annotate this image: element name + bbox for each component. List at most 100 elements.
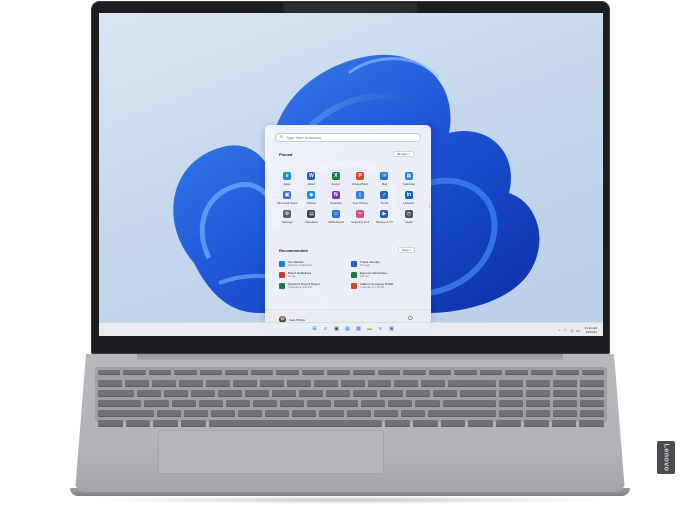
keyboard-row	[98, 380, 605, 387]
recommended-title: Recommended	[279, 248, 308, 253]
more-button[interactable]: More >	[398, 247, 416, 253]
pinned-app-label: Whiteboard	[328, 220, 344, 224]
pinned-app[interactable]: e Edge	[275, 172, 299, 186]
pinned-app[interactable]: ▯ Your Phone	[348, 191, 372, 205]
recommended-subtitle: Welcome to Windows	[288, 264, 312, 267]
pinned-app[interactable]: ✉ Mail	[372, 172, 396, 186]
recommended-subtitle: Yesterday at 4:24 PM	[288, 286, 312, 289]
taskbar-icons: ⊞ ⌕ ▣ ▦ ▩ ▬ e ▣	[311, 326, 395, 333]
clock-icon: ◷	[404, 210, 413, 218]
clock-date: 10/20/21	[585, 330, 597, 334]
search-icon: ⌕	[280, 134, 283, 140]
recommended-subtitle: 12h ago	[360, 275, 370, 278]
recommended-item[interactable]: Brand Guidelines 2h ago	[279, 271, 345, 278]
search-icon[interactable]: ⌕	[322, 326, 329, 333]
pinned-app[interactable]: ◷ Clock	[397, 210, 421, 224]
pinned-app[interactable]: in LinkedIn	[397, 191, 421, 205]
recommended-list: Get Started Welcome to Windows Travel Itin…	[279, 260, 417, 289]
screen: ⌕ Pinned All apps > e Edge W Word X Excel P Pow…	[99, 13, 603, 336]
pinned-app-label: OneNote	[329, 201, 342, 205]
pinned-apps-grid: e Edge W Word X Excel P PowerPoint ✉ Mail ▦ Calenda…	[275, 172, 421, 224]
recommended-item[interactable]: Expense Worksheet 12h ago	[351, 271, 417, 278]
pinned-app-label: Clock	[405, 220, 413, 224]
keyboard-row	[98, 400, 605, 407]
pinned-app[interactable]: ▶ Movies & TV	[372, 210, 396, 224]
pinned-app-label: Settings	[281, 220, 293, 224]
excel-doc-icon	[279, 283, 285, 289]
recommended-item[interactable]: Travel Itinerary 17m ago	[351, 260, 417, 267]
pinned-app-label: Mail	[381, 182, 388, 186]
page-dots-icon[interactable]: ⋮	[427, 203, 432, 209]
pinned-app[interactable]: ✓ To Do	[372, 191, 396, 205]
recommended-item[interactable]: Get Started Welcome to Windows	[279, 260, 345, 267]
brand-logo: Lenovo	[662, 443, 670, 472]
powerpoint-icon: P	[356, 172, 365, 180]
recommended-item[interactable]: Quarterly Payroll Report Yesterday at 4:2…	[279, 282, 345, 289]
onenote-icon: N	[331, 191, 340, 199]
shadow	[90, 496, 610, 504]
keyboard-row	[98, 370, 605, 377]
pinned-app[interactable]: W Word	[299, 172, 323, 186]
pinned-app-label: To Do	[380, 201, 389, 205]
webcam-bar	[283, 3, 417, 13]
linkedin-icon: in	[404, 191, 413, 199]
store-icon[interactable]: ▣	[388, 326, 395, 333]
widgets-icon[interactable]: ▦	[344, 326, 351, 333]
volume-icon[interactable]: ◁	[570, 328, 573, 333]
pinned-app-label: Photos	[306, 201, 317, 205]
pinned-app-label: Your Phone	[352, 201, 368, 205]
task-view-icon[interactable]: ▣	[333, 326, 340, 333]
battery-icon[interactable]: ▭	[576, 328, 580, 333]
pinned-app-label: Word	[307, 182, 316, 186]
brand-badge: Lenovo	[657, 441, 675, 474]
pinned-app[interactable]: ▤ Calculator	[299, 210, 323, 224]
keyboard-row	[98, 410, 605, 417]
pinned-app-label: Microsoft Store	[277, 201, 298, 205]
taskbar: ⊞ ⌕ ▣ ▦ ▩ ▬ e ▣ ^ ◠ ◁ ▭ 11:11 AM 10/20/21	[99, 322, 603, 336]
pdf-icon	[279, 272, 285, 278]
get-started-icon	[279, 261, 285, 267]
pinned-app[interactable]: ◆ Photos	[299, 191, 323, 205]
start-icon[interactable]: ⊞	[311, 326, 318, 333]
laptop-product-image: Lenovo ⌕ Type here to search Pinned All …	[0, 0, 700, 509]
pinned-app[interactable]: ▭ Whiteboard	[324, 210, 348, 224]
powerpoint-doc-icon	[351, 283, 357, 289]
start-search-box[interactable]: ⌕	[275, 133, 421, 142]
chevron-up-icon[interactable]: ^	[559, 328, 561, 333]
search-input[interactable]	[285, 135, 406, 140]
start-menu: ⌕ Pinned All apps > e Edge W Word X Excel P Pow…	[265, 125, 432, 329]
recommended-subtitle: Yesterday at 1:15 PM	[360, 286, 384, 289]
calculator-icon: ▤	[307, 210, 316, 218]
pinned-app[interactable]: ▣ Microsoft Store	[275, 191, 299, 205]
pinned-app[interactable]: ⚙ Settings	[275, 210, 299, 224]
clock[interactable]: 11:11 AM 10/20/21	[585, 326, 597, 334]
pinned-app-label: Movies & TV	[376, 220, 393, 224]
chat-icon[interactable]: ▩	[355, 326, 362, 333]
store-icon: ▣	[283, 191, 292, 199]
pinned-app-label: PowerPoint	[352, 182, 368, 186]
recommended-item[interactable]: Adatum Company Profile Yesterday at 1:15 …	[351, 282, 417, 289]
mail-icon: ✉	[380, 172, 389, 180]
pinned-app-label: Edge	[283, 182, 291, 186]
edge-icon[interactable]: e	[377, 326, 384, 333]
all-apps-button[interactable]: All apps >	[393, 151, 415, 157]
settings-icon: ⚙	[283, 210, 292, 218]
excel-icon: X	[331, 172, 340, 180]
word-icon: W	[307, 172, 316, 180]
wifi-icon[interactable]: ◠	[563, 328, 567, 333]
pinned-app[interactable]: N OneNote	[324, 191, 348, 205]
pinned-app[interactable]: X Excel	[324, 172, 348, 186]
file-explorer-icon[interactable]: ▬	[366, 326, 373, 333]
pinned-app-label: Snipping Tool	[351, 220, 370, 224]
pinned-app[interactable]: ▦ Calendar	[397, 172, 421, 186]
pinned-app[interactable]: ✂ Snipping Tool	[348, 210, 372, 224]
recommended-subtitle: 2h ago	[288, 275, 296, 278]
keyboard-row	[98, 420, 604, 427]
edge-icon: e	[283, 172, 292, 180]
touchpad	[158, 430, 384, 474]
snipping-icon: ✂	[356, 210, 365, 218]
system-tray: ^ ◠ ◁ ▭ 11:11 AM 10/20/21	[559, 326, 597, 334]
keyboard	[95, 367, 607, 427]
phone-icon: ▯	[356, 191, 365, 199]
pinned-app[interactable]: P PowerPoint	[348, 172, 372, 186]
